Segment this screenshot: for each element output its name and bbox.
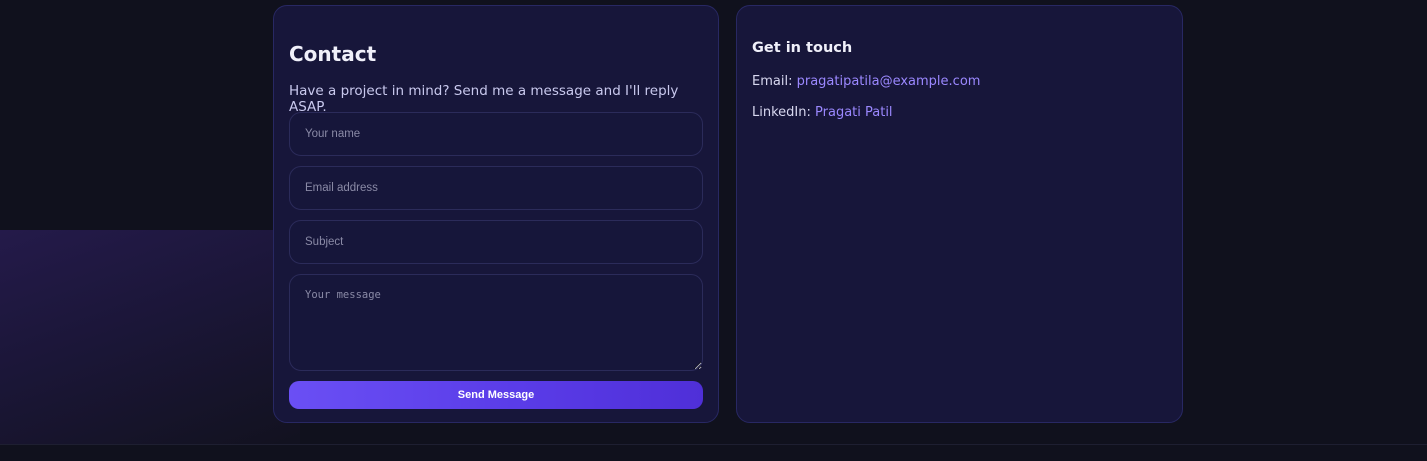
message-textarea[interactable] [289,274,703,371]
email-row: Email: pragatipatila@example.com [752,74,980,89]
linkedin-row: LinkedIn: Pragati Patil [752,105,893,120]
contact-subtitle: Have a project in mind? Send me a messag… [289,83,679,115]
get-in-touch-title: Get in touch [752,40,853,56]
subject-input[interactable] [289,220,703,264]
background-glow [0,230,300,445]
name-input[interactable] [289,112,703,156]
linkedin-label: LinkedIn: [752,105,811,120]
footer-divider [0,444,1427,445]
contact-card: Contact Have a project in mind? Send me … [273,5,719,423]
email-input[interactable] [289,166,703,210]
send-message-button[interactable]: Send Message [289,381,703,409]
get-in-touch-card: Get in touch Email: pragatipatila@exampl… [736,5,1183,423]
email-link[interactable]: pragatipatila@example.com [797,74,981,89]
linkedin-link[interactable]: Pragati Patil [815,105,893,120]
email-label: Email: [752,74,793,89]
page: Contact Have a project in mind? Send me … [0,0,1427,461]
contact-title: Contact [289,42,377,66]
